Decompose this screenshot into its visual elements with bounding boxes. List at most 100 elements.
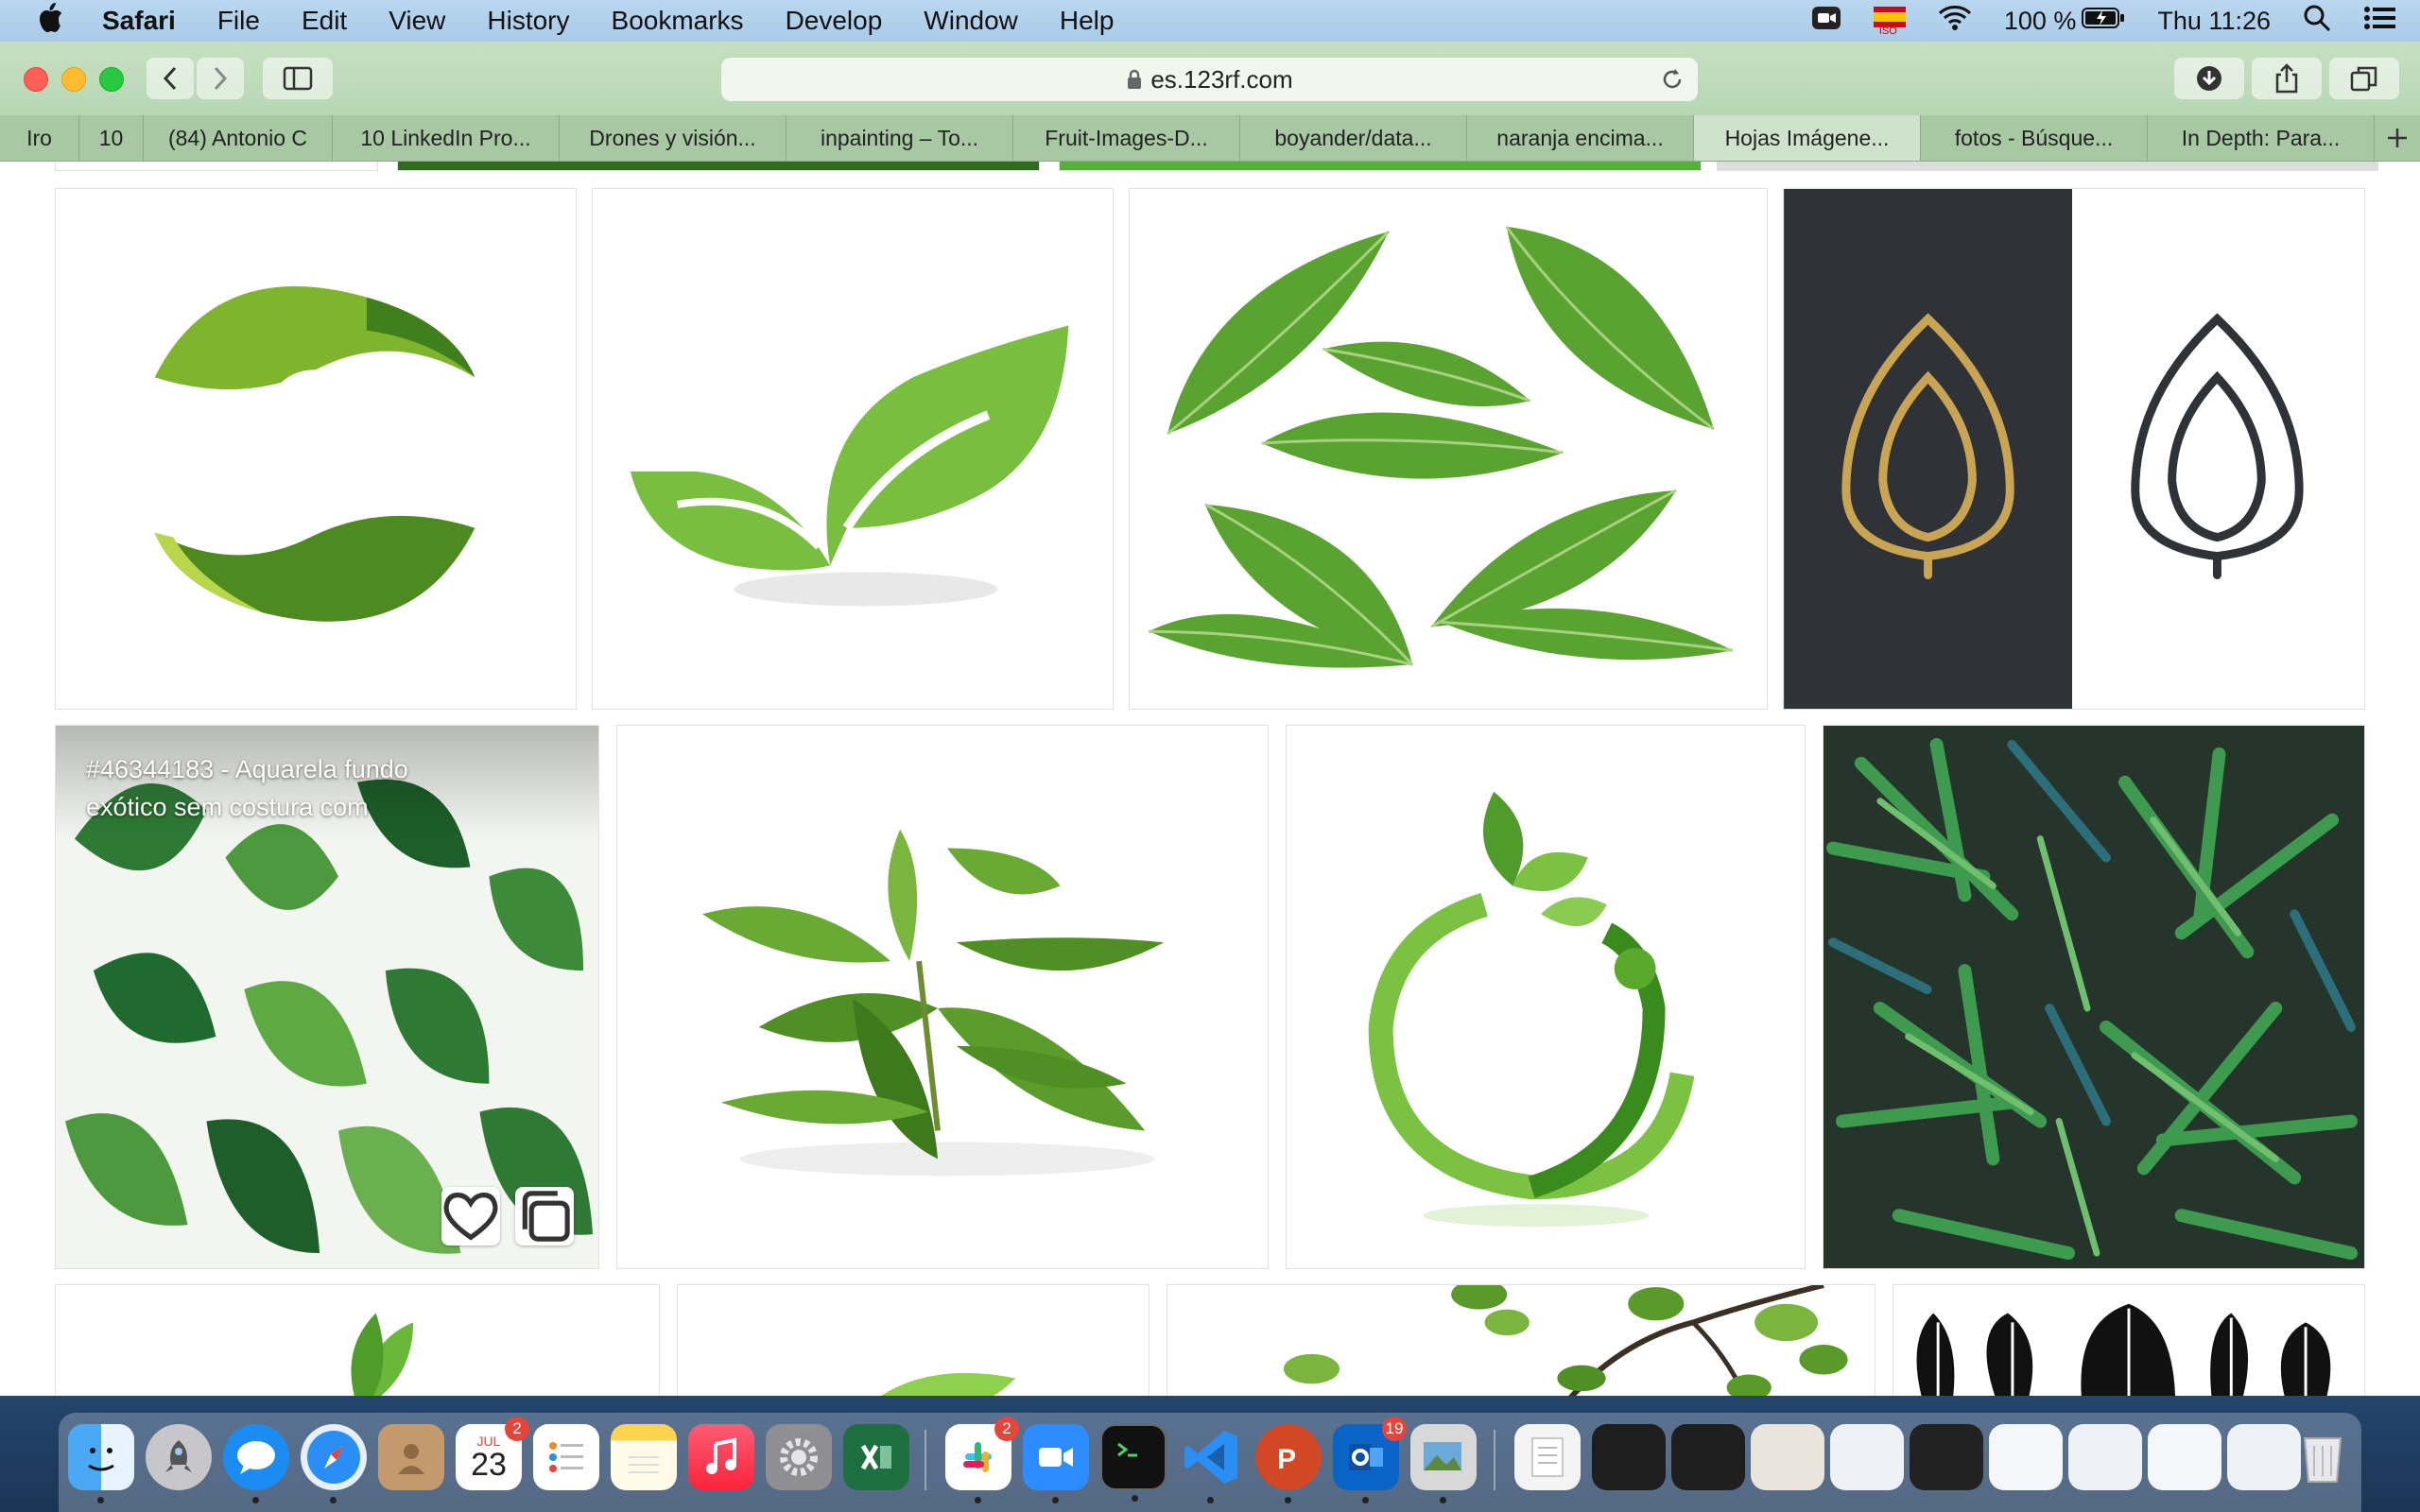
tab[interactable]: 10 LinkedIn Pro... <box>333 115 560 161</box>
tab[interactable]: fotos - Búsque... <box>1921 115 2148 161</box>
menu-view[interactable]: View <box>389 6 445 36</box>
spotlight-search-icon[interactable] <box>2303 4 2331 39</box>
vscode-icon <box>1184 1431 1237 1484</box>
tab-active[interactable]: Hojas Imágene... <box>1694 115 1921 161</box>
battery-charging-icon[interactable] <box>2082 7 2125 36</box>
add-to-lightbox-button[interactable] <box>515 1187 574 1246</box>
image-tile-tea-leaves-photo[interactable] <box>616 725 1269 1269</box>
share-button[interactable] <box>2252 58 2322 99</box>
address-bar[interactable]: es.123rf.com <box>721 58 1698 101</box>
image-tile-partial[interactable] <box>397 162 1040 171</box>
menu-develop[interactable]: Develop <box>786 6 883 36</box>
dock-minimized-window[interactable] <box>2068 1424 2142 1490</box>
image-tile-palm-leaves-pattern[interactable] <box>1823 725 2365 1269</box>
dock-minimized-window[interactable] <box>1830 1424 1904 1490</box>
dock-contacts[interactable] <box>378 1424 444 1490</box>
input-source-flag-icon[interactable]: ISO <box>1873 5 1906 37</box>
dock-minimized-window[interactable] <box>1671 1424 1745 1490</box>
terminal-icon <box>1117 1442 1137 1457</box>
battery-percentage: 100 % <box>2003 6 2077 35</box>
dock-minimized-window[interactable] <box>2148 1424 2221 1490</box>
dock-minimized-window[interactable] <box>1910 1424 1983 1490</box>
running-indicator <box>1207 1497 1214 1503</box>
downloads-button[interactable] <box>2174 58 2244 99</box>
web-page-content: #46344183 - Aquarela fundo exótico sem c… <box>0 162 2420 1396</box>
image-tile-partial[interactable] <box>1059 162 1702 171</box>
like-button[interactable] <box>441 1187 500 1246</box>
outlook-icon <box>1349 1444 1383 1470</box>
menu-window[interactable]: Window <box>924 6 1018 36</box>
dock-document-stack[interactable] <box>1514 1424 1581 1490</box>
dock-vscode[interactable] <box>1178 1424 1244 1503</box>
menu-help[interactable]: Help <box>1060 6 1115 36</box>
gear-icon <box>780 1438 818 1476</box>
back-button[interactable] <box>147 58 194 99</box>
input-source-label: ISO <box>1878 26 1897 37</box>
apple-menu-icon[interactable] <box>36 2 64 41</box>
dock-outlook[interactable]: 19 <box>1333 1417 1407 1503</box>
tab[interactable]: Fruit-Images-D... <box>1013 115 1240 161</box>
new-tab-button[interactable] <box>2375 115 2420 161</box>
dock-minimized-window[interactable] <box>1751 1424 1824 1490</box>
reload-icon[interactable] <box>1660 66 1685 99</box>
dock-messages[interactable] <box>223 1424 289 1503</box>
zoom-video-status-icon[interactable] <box>1811 5 1841 38</box>
tab[interactable]: 10 <box>79 115 144 161</box>
tab[interactable]: Iro <box>0 115 79 161</box>
dock-minimized-window[interactable] <box>1989 1424 2063 1490</box>
tab-overview-button[interactable] <box>2329 58 2399 99</box>
browser-toolbar: es.123rf.com <box>0 42 2420 116</box>
dock-terminal[interactable] <box>1100 1424 1167 1502</box>
menu-edit[interactable]: Edit <box>302 6 347 36</box>
control-center-icon[interactable] <box>2363 5 2397 38</box>
sidebar-toggle-button[interactable] <box>263 58 333 99</box>
dock-launchpad[interactable] <box>146 1424 212 1490</box>
dock-system-preferences[interactable] <box>766 1424 832 1490</box>
menu-bookmarks[interactable]: Bookmarks <box>612 6 744 36</box>
image-tile-partial[interactable] <box>1717 162 2378 171</box>
tab[interactable]: Drones y visión... <box>560 115 786 161</box>
dock-notes[interactable] <box>611 1424 677 1490</box>
dock-trash[interactable] <box>2290 1424 2356 1490</box>
tab[interactable]: inpainting – To... <box>786 115 1013 161</box>
image-tile-circle-leaf-person-logo[interactable] <box>1286 725 1806 1269</box>
window-close-button[interactable] <box>24 67 48 92</box>
tab-title: In Depth: Para... <box>2181 125 2341 150</box>
window-zoom-button[interactable] <box>99 67 124 92</box>
image-tile-partial[interactable] <box>55 162 378 171</box>
dock-safari[interactable] <box>301 1424 367 1503</box>
image-tile-green-leaves-photo[interactable] <box>1129 188 1768 710</box>
dock-zoom[interactable] <box>1023 1424 1089 1503</box>
menu-history[interactable]: History <box>487 6 569 36</box>
window-minimize-button[interactable] <box>61 67 86 92</box>
tab[interactable]: boyander/data... <box>1240 115 1467 161</box>
dock-reminders[interactable] <box>533 1424 599 1490</box>
dock-powerpoint[interactable]: P <box>1255 1424 1322 1503</box>
tab[interactable]: naranja encima... <box>1467 115 1694 161</box>
image-tile-branch-leaves-partial[interactable] <box>1167 1284 1876 1396</box>
image-tile-black-leaves-partial[interactable] <box>1893 1284 2365 1396</box>
image-tile-golden-leaf-logo[interactable] <box>1783 188 2365 710</box>
image-tile-sprout-partial[interactable] <box>55 1284 660 1396</box>
dock-finder[interactable] <box>68 1424 134 1503</box>
wifi-icon[interactable] <box>1938 5 1972 38</box>
palm-leaves-pattern-image <box>1824 726 2364 1268</box>
branch-leaves-partial-image <box>1283 1285 1848 1396</box>
image-tile-two-leaves-logo[interactable] <box>55 188 577 710</box>
dock-calendar[interactable]: JUL 23 2 <box>456 1417 529 1490</box>
image-tile-tropical-watercolor-pattern[interactable]: #46344183 - Aquarela fundo exótico sem c… <box>55 725 599 1269</box>
tab[interactable]: (84) Antonio C <box>144 115 333 161</box>
dock-preview[interactable] <box>1410 1424 1477 1503</box>
tab[interactable]: In Depth: Para... <box>2148 115 2375 161</box>
app-menu-safari[interactable]: Safari <box>102 6 176 36</box>
image-tile-green-leaf-partial[interactable] <box>677 1284 1150 1396</box>
image-tile-sprout-logo[interactable] <box>592 188 1114 710</box>
tab-title: Fruit-Images-D... <box>1045 125 1208 150</box>
dock-excel[interactable] <box>843 1424 909 1490</box>
dock-minimized-window[interactable] <box>1592 1424 1666 1490</box>
menubar-clock[interactable]: Thu 11:26 <box>2157 7 2271 36</box>
dock-slack[interactable]: 2 <box>945 1417 1019 1503</box>
forward-button[interactable] <box>197 58 244 99</box>
menu-file[interactable]: File <box>217 6 260 36</box>
dock-music[interactable] <box>688 1424 754 1490</box>
